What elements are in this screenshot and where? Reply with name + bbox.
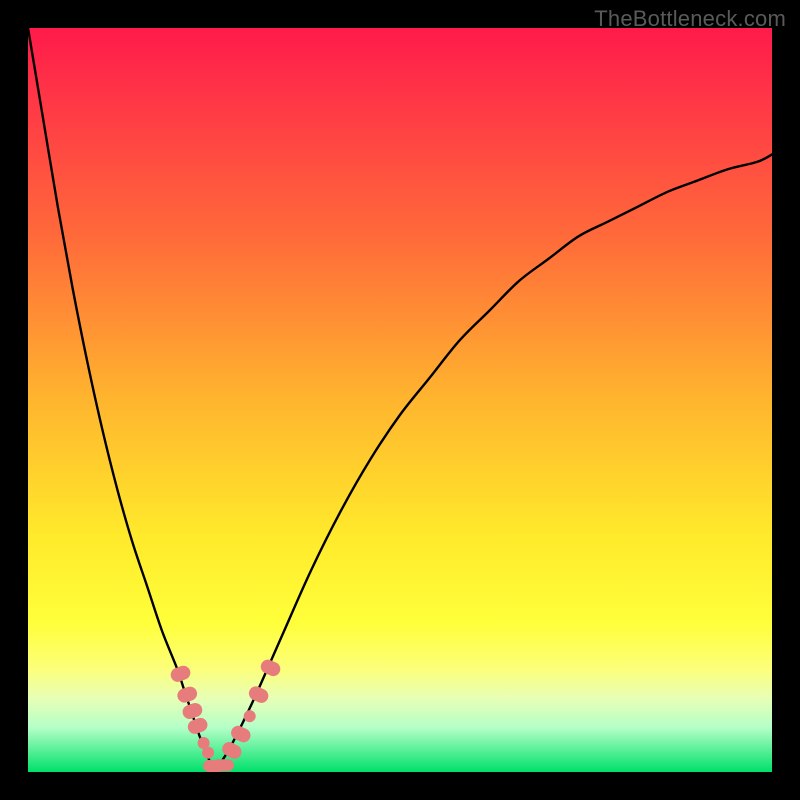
right-branch-curve — [214, 154, 772, 772]
chart-frame: TheBottleneck.com — [0, 0, 800, 800]
left-branch-curve — [28, 28, 214, 772]
bead-1 — [176, 685, 199, 705]
plot-area — [28, 28, 772, 772]
curve-layer — [28, 28, 772, 772]
watermark-text: TheBottleneck.com — [594, 6, 786, 32]
bead-11 — [247, 684, 271, 705]
bead-7 — [212, 759, 234, 771]
bead-0 — [169, 664, 193, 684]
bead-12 — [259, 657, 283, 678]
